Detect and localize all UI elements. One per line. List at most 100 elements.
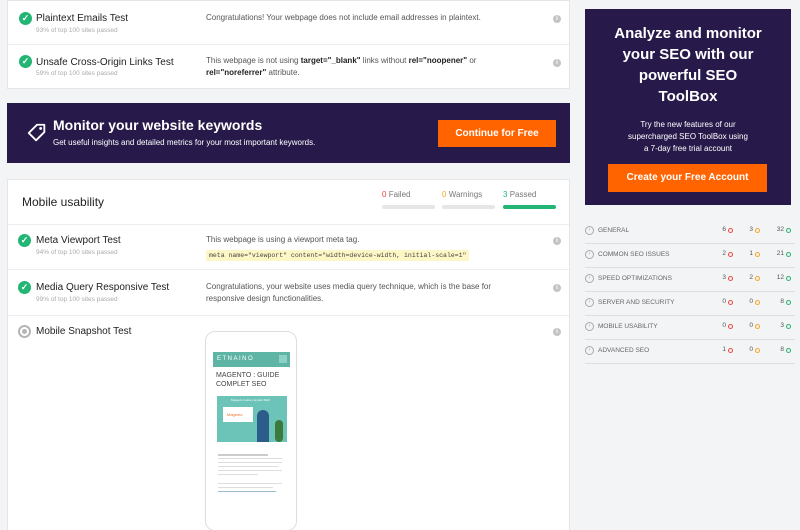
warnings-bar	[442, 205, 495, 209]
category-row-mobile-usability[interactable]: › MOBILE USABILITY 0 0 3	[585, 316, 795, 340]
passed-label: Passed	[509, 190, 537, 199]
warning-dot-icon	[755, 348, 760, 353]
passed-dot-icon	[786, 252, 791, 257]
failed-count: 0	[722, 322, 726, 329]
failed-label: Failed	[388, 190, 411, 199]
warning-dot-icon	[755, 324, 760, 329]
passed-dot-icon	[786, 348, 791, 353]
failed-bar	[382, 205, 435, 209]
category-label: SPEED OPTIMIZATIONS	[598, 275, 672, 282]
test-name: Plaintext Emails Test	[36, 13, 129, 24]
warnings-number: 0	[442, 190, 447, 199]
test-pass-rate: 94% of top 100 sites passed	[36, 249, 118, 256]
passed-dot-icon	[786, 324, 791, 329]
category-row-common-seo-issues[interactable]: › COMMON SEO ISSUES 2 1 21	[585, 244, 795, 268]
info-icon[interactable]: i	[553, 284, 561, 292]
info-icon[interactable]: i	[553, 328, 561, 336]
info-icon[interactable]: i	[553, 59, 561, 67]
promo-title-line: Analyze and monitor	[614, 25, 762, 42]
warnings-label: Warnings	[448, 190, 483, 199]
info-icon[interactable]: i	[553, 15, 561, 23]
seo-toolbox-promo: Analyze and monitor your SEO with our po…	[585, 9, 791, 205]
snapshot-header: ETNAINO	[213, 352, 290, 367]
warning-count: 2	[749, 274, 753, 281]
category-label: SERVER AND SECURITY	[598, 299, 675, 306]
test-description: This webpage is using a viewport meta ta…	[206, 235, 360, 244]
test-pass-rate: 93% of top 100 sites passed	[36, 27, 118, 34]
desc-text: links without	[360, 56, 409, 65]
test-row-media-query: ✓ Media Query Responsive Test 99% of top…	[8, 270, 569, 316]
text-line	[218, 462, 282, 463]
passed-bar	[503, 205, 556, 209]
failed-count: 6	[722, 226, 726, 233]
text-line	[218, 474, 258, 475]
passed-count: 12	[776, 274, 784, 281]
desc-text: or	[467, 56, 477, 65]
desc-line: Congratulations, your website uses media…	[206, 282, 492, 291]
snapshot-brand: ETNAINO	[217, 356, 255, 362]
test-name: Unsafe Cross-Origin Links Test	[36, 57, 174, 68]
chevron-circle-icon: ›	[585, 346, 594, 355]
category-row-server-and-security[interactable]: › SERVER AND SECURITY 0 0 8	[585, 292, 795, 316]
category-row-advanced-seo[interactable]: › ADVANCED SEO 1 0 8	[585, 340, 795, 364]
passed-count: 8	[780, 298, 784, 305]
category-row-speed-optimizations[interactable]: › SPEED OPTIMIZATIONS 3 2 12	[585, 268, 795, 292]
text-line	[218, 491, 276, 492]
failed-count: 0	[722, 298, 726, 305]
snapshot-illustration-figure	[257, 410, 269, 442]
menu-icon[interactable]	[279, 355, 287, 363]
warning-count: 0	[749, 298, 753, 305]
category-label: GENERAL	[598, 227, 630, 234]
snapshot-illustration-plant	[275, 420, 283, 442]
failed-count: 0 Failed	[382, 190, 410, 199]
warning-dot-icon	[755, 252, 760, 257]
snapshot-heading-line: COMPLET SEO	[216, 381, 267, 388]
text-line	[218, 454, 268, 456]
test-row-meta-viewport: ✓ Meta Viewport Test 94% of top 100 site…	[8, 224, 569, 270]
test-name: Meta Viewport Test	[36, 235, 121, 246]
info-icon[interactable]: i	[553, 237, 561, 245]
snapshot-image-label: Magento Guide complet SEO	[231, 398, 271, 402]
warning-dot-icon	[755, 228, 760, 233]
text-line	[218, 483, 282, 484]
snapshot-image-card: Magento	[223, 407, 253, 422]
chevron-circle-icon: ›	[585, 298, 594, 307]
failed-dot-icon	[728, 228, 733, 233]
text-line	[218, 487, 273, 488]
test-row-plaintext-emails: ✓ Plaintext Emails Test 93% of top 100 s…	[8, 1, 569, 45]
warning-count: 0	[749, 322, 753, 329]
promo-body-line: Try the new features of our	[640, 120, 736, 129]
create-free-account-button[interactable]: Create your Free Account	[608, 164, 767, 192]
warning-count: 1	[749, 250, 753, 257]
check-icon: ✓	[18, 234, 31, 247]
passed-count: 3	[780, 322, 784, 329]
desc-code: target="_blank"	[300, 56, 361, 65]
continue-free-button[interactable]: Continue for Free	[438, 120, 556, 147]
failed-dot-icon	[728, 252, 733, 257]
failed-count: 1	[722, 346, 726, 353]
mobile-snapshot-frame: ETNAINO MAGENTO : GUIDE COMPLET SEO Mage…	[205, 331, 297, 530]
test-name: Media Query Responsive Test	[36, 282, 170, 293]
category-label: ADVANCED SEO	[598, 347, 650, 354]
desc-code: rel="noopener"	[408, 56, 468, 65]
desc-text: This webpage is not using	[206, 56, 301, 65]
test-pass-rate: 99% of top 100 sites passed	[36, 296, 118, 303]
promo-title-line: ToolBox	[658, 88, 718, 105]
snapshot-badge: Magento	[227, 412, 243, 417]
snapshot-feature-image: Magento Guide complet SEO Magento	[217, 396, 287, 442]
failed-dot-icon	[728, 348, 733, 353]
failed-dot-icon	[728, 276, 733, 281]
desc-line: responsive design functionalities.	[206, 294, 324, 303]
text-line	[218, 466, 278, 467]
chevron-circle-icon: ›	[585, 250, 594, 259]
desc-code: rel="noreferrer"	[206, 68, 267, 77]
chevron-circle-icon: ›	[585, 322, 594, 331]
test-description: Congratulations! Your webpage does not i…	[206, 13, 481, 22]
viewport-code-snippet: meta name="viewport" content="width=devi…	[206, 250, 470, 261]
top-tests-card: ✓ Plaintext Emails Test 93% of top 100 s…	[7, 0, 570, 89]
passed-count: 3 Passed	[503, 190, 536, 199]
category-label: COMMON SEO ISSUES	[598, 251, 670, 258]
category-row-general[interactable]: › GENERAL 6 3 32	[585, 220, 795, 244]
failed-dot-icon	[728, 324, 733, 329]
warning-dot-icon	[755, 300, 760, 305]
